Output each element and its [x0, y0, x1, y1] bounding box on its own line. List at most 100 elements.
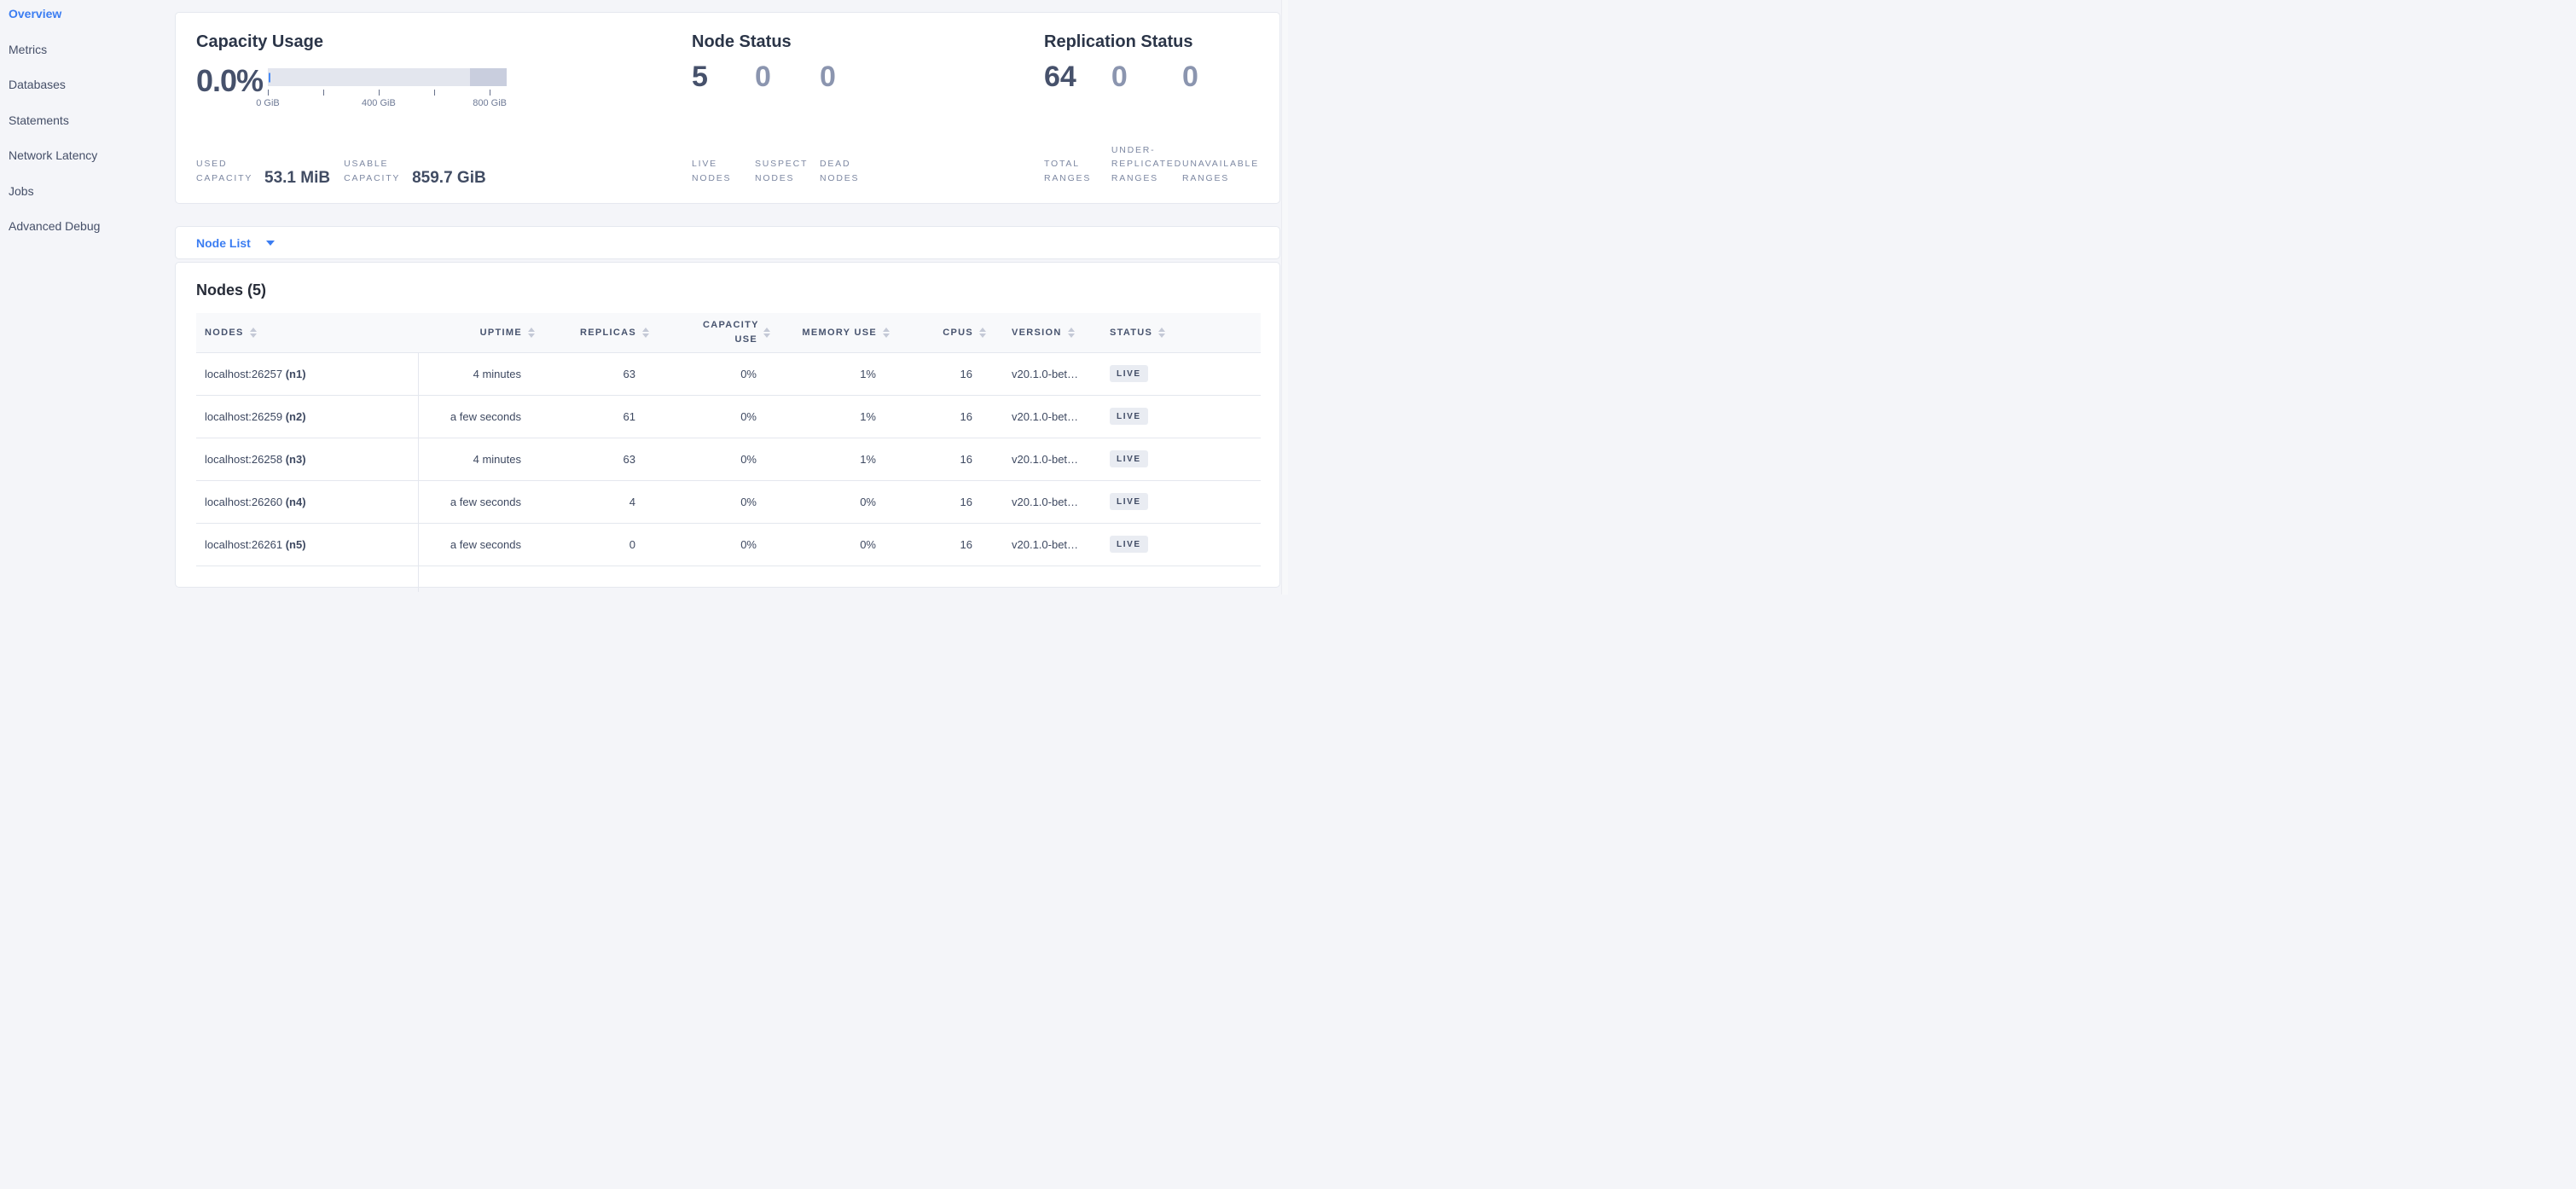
sort-icon — [763, 328, 770, 338]
node-address-cell[interactable]: localhost:26259 (n2) — [196, 395, 418, 438]
capacity-use-cell: 0% — [649, 438, 770, 480]
memory-use-cell: 1% — [770, 352, 890, 395]
axis-tick — [434, 90, 435, 96]
sidebar-item-statements[interactable]: Statements — [9, 113, 175, 149]
capacity-use-cell: 0% — [649, 395, 770, 438]
stat-label: UNAVAILABLE RANGES — [1182, 157, 1259, 186]
capacity-usage-title: Capacity Usage — [196, 32, 517, 52]
node-status-section: Node Status 5LIVE NODES0SUSPECT NODES0DE… — [692, 32, 890, 186]
cpus-cell: 16 — [890, 352, 986, 395]
uptime-cell: a few seconds — [418, 480, 535, 523]
node-address: localhost:26258 — [205, 453, 282, 466]
status-cell: LIVE — [1086, 523, 1261, 566]
replicas-cell: 0 — [535, 523, 649, 566]
node-address-cell[interactable]: localhost:26260 (n4) — [196, 480, 418, 523]
cluster-summary-card: Capacity Usage 0.0% 0 GiB400 GiB800 GiB … — [175, 12, 1280, 204]
capacity-usage-section: Capacity Usage 0.0% 0 GiB400 GiB800 GiB … — [196, 32, 517, 186]
node-status-stats: 5LIVE NODES0SUSPECT NODES0DEAD NODES — [692, 62, 890, 186]
node-address-cell[interactable]: localhost:26261 (n5) — [196, 523, 418, 566]
memory-use-cell: 0% — [770, 480, 890, 523]
node-list-dropdown-label: Node List — [196, 236, 251, 250]
cpus-cell: 16 — [890, 480, 986, 523]
status-badge: LIVE — [1110, 408, 1148, 425]
capacity-bar-used-indicator — [269, 72, 270, 82]
replicas-cell: 4 — [535, 480, 649, 523]
table-row: localhost:26259 (n2) a few seconds 61 0%… — [196, 395, 1261, 438]
sidebar-item-advanced-debug[interactable]: Advanced Debug — [9, 219, 175, 255]
cpus-cell: 16 — [890, 395, 986, 438]
memory-use-cell: 0% — [770, 523, 890, 566]
sidebar-item-network-latency[interactable]: Network Latency — [9, 148, 175, 184]
stat-label: TOTAL RANGES — [1044, 157, 1111, 186]
node-id: (n4) — [286, 496, 306, 508]
capacity-use-cell: 0% — [649, 352, 770, 395]
node-address-cell[interactable]: localhost:26257 (n1) — [196, 352, 418, 395]
sort-icon — [883, 328, 890, 338]
replication-status-stats: 64TOTAL RANGES0UNDER-REPLICATED RANGES0U… — [1044, 62, 1259, 186]
capacity-bar-chart: 0 GiB400 GiB800 GiB — [268, 66, 507, 113]
column-header-memory-use[interactable]: MEMORY USE — [770, 313, 890, 352]
sidebar-nav: OverviewMetricsDatabasesStatementsNetwor… — [9, 7, 175, 255]
table-row: localhost:26261 (n5) a few seconds 0 0% … — [196, 523, 1261, 566]
status-cell: LIVE — [1086, 480, 1261, 523]
status-cell: LIVE — [1086, 395, 1261, 438]
capacity-use-cell: 0% — [649, 480, 770, 523]
sort-icon — [250, 328, 257, 338]
sidebar-item-overview[interactable]: Overview — [9, 7, 175, 43]
column-header-capacity-use[interactable]: CAPACITY USE — [649, 313, 770, 352]
column-header-replicas[interactable]: REPLICAS — [535, 313, 649, 352]
usable-capacity-label: USABLE CAPACITY — [344, 157, 400, 186]
stat-value: 0 — [820, 62, 890, 93]
nodes-heading: Nodes (5) — [196, 281, 1259, 299]
nodes-column-divider — [418, 352, 419, 592]
sidebar-item-jobs[interactable]: Jobs — [9, 184, 175, 220]
node-id: (n2) — [286, 410, 306, 423]
stat-label: DEAD NODES — [820, 157, 890, 186]
node-status-title: Node Status — [692, 32, 890, 52]
capacity-bar — [268, 68, 507, 86]
column-header-nodes[interactable]: NODES — [196, 313, 418, 352]
capacity-use-cell: 0% — [649, 523, 770, 566]
node-id: (n1) — [286, 368, 306, 380]
axis-tick — [323, 90, 324, 96]
stat-unavailable-ranges: 0 UNAVAILABLE RANGES — [1182, 62, 1259, 186]
axis-tick-label: 800 GiB — [473, 98, 507, 108]
sidebar: OverviewMetricsDatabasesStatementsNetwor… — [0, 0, 175, 255]
stat-value: 5 — [692, 62, 755, 93]
sort-icon — [642, 328, 649, 338]
column-header-cpus[interactable]: CPUS — [890, 313, 986, 352]
version-cell: v20.1.0-bet… — [986, 395, 1086, 438]
stat-total-ranges: 64TOTAL RANGES — [1044, 62, 1111, 186]
column-header-status[interactable]: STATUS — [1086, 313, 1261, 352]
node-list-dropdown[interactable]: Node List — [196, 236, 275, 250]
scrollbar-track[interactable] — [1281, 0, 1288, 594]
axis-tick-label: 0 GiB — [256, 98, 280, 108]
stat-value: 0 — [1182, 62, 1259, 93]
replication-status-title: Replication Status — [1044, 32, 1259, 52]
status-cell: LIVE — [1086, 352, 1261, 395]
table-row: localhost:26258 (n3) 4 minutes 63 0% 1% … — [196, 438, 1261, 480]
version-cell: v20.1.0-bet… — [986, 480, 1086, 523]
column-header-version[interactable]: VERSION — [986, 313, 1086, 352]
column-header-uptime[interactable]: UPTIME — [418, 313, 535, 352]
axis-tick — [268, 90, 269, 96]
sidebar-item-databases[interactable]: Databases — [9, 78, 175, 113]
node-address: localhost:26260 — [205, 496, 282, 508]
node-id: (n5) — [286, 538, 306, 551]
replicas-cell: 63 — [535, 438, 649, 480]
node-address-cell[interactable]: localhost:26258 (n3) — [196, 438, 418, 480]
used-capacity-stat: USED CAPACITY 53.1 MiB — [196, 157, 330, 186]
replication-status-section: Replication Status 64TOTAL RANGES0UNDER-… — [1044, 32, 1259, 186]
stat-label: SUSPECT NODES — [755, 157, 820, 186]
memory-use-cell: 1% — [770, 395, 890, 438]
version-cell: v20.1.0-bet… — [986, 438, 1086, 480]
usable-capacity-value: 859.7 GiB — [412, 170, 486, 186]
axis-tick-label: 400 GiB — [362, 98, 396, 108]
chevron-down-icon — [266, 241, 275, 246]
table-row: localhost:26257 (n1) 4 minutes 63 0% 1% … — [196, 352, 1261, 395]
sidebar-item-metrics[interactable]: Metrics — [9, 43, 175, 78]
cpus-cell: 16 — [890, 438, 986, 480]
nodes-table-wrap: NODES UPTIME REPLICAS CAPACITY USE MEMOR… — [196, 313, 1259, 592]
used-capacity-label: USED CAPACITY — [196, 157, 252, 186]
stat-dead-nodes: 0 DEAD NODES — [820, 62, 890, 186]
